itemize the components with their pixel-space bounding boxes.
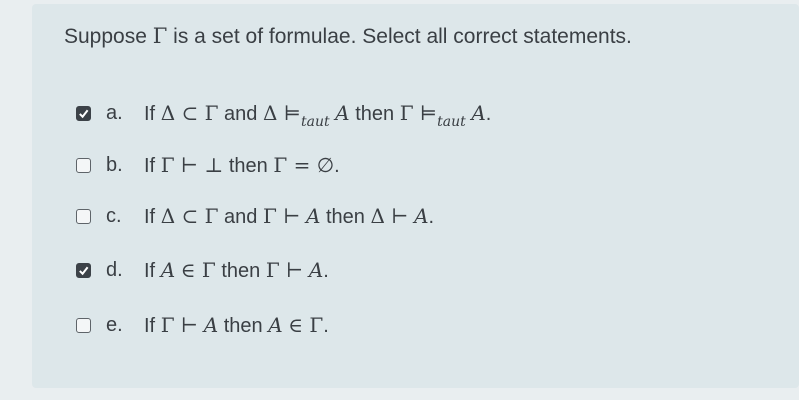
option-d[interactable]: d. If A ∈ Γ then Γ ⊢ A. xyxy=(76,255,329,285)
option-b-statement: If Γ ⊢ ⊥ then Γ = ∅. xyxy=(144,152,340,177)
option-a[interactable]: a. If Δ ⊂ Γ and Δ ⊨taut A then Γ ⊨taut A… xyxy=(76,98,492,130)
option-letter: c. xyxy=(106,204,122,227)
option-letter: e. xyxy=(106,313,123,336)
option-letter: a. xyxy=(106,101,123,124)
checkbox-e[interactable] xyxy=(76,317,91,333)
option-letter: d. xyxy=(106,258,123,281)
option-letter: b. xyxy=(106,153,123,176)
checkbox-a[interactable] xyxy=(76,105,91,121)
question-pre: Suppose xyxy=(64,25,147,48)
checkbox-b[interactable] xyxy=(76,157,91,173)
option-e-statement: If Γ ⊢ A then A ∈ Γ. xyxy=(144,312,329,337)
option-b[interactable]: b. If Γ ⊢ ⊥ then Γ = ∅. xyxy=(76,150,340,180)
option-c-statement: If Δ ⊂ Γ and Γ ⊢ A then Δ ⊢ A. xyxy=(144,203,435,228)
checkbox-c[interactable] xyxy=(76,208,91,224)
question-text: Suppose Γ is a set of formulae. Select a… xyxy=(64,24,632,49)
option-a-statement: If Δ ⊂ Γ and Δ ⊨taut A then Γ ⊨taut A. xyxy=(144,100,492,130)
option-c[interactable]: c. If Δ ⊂ Γ and Γ ⊢ A then Δ ⊢ A. xyxy=(76,201,434,231)
checkmark-icon xyxy=(79,266,89,275)
checkmark-icon xyxy=(79,109,89,118)
gamma-symbol: Γ xyxy=(152,24,168,48)
option-d-statement: If A ∈ Γ then Γ ⊢ A. xyxy=(144,257,329,282)
option-e[interactable]: e. If Γ ⊢ A then A ∈ Γ. xyxy=(76,310,329,340)
checkbox-d[interactable] xyxy=(76,262,91,278)
question-post: is a set of formulae. Select all correct… xyxy=(173,25,632,48)
